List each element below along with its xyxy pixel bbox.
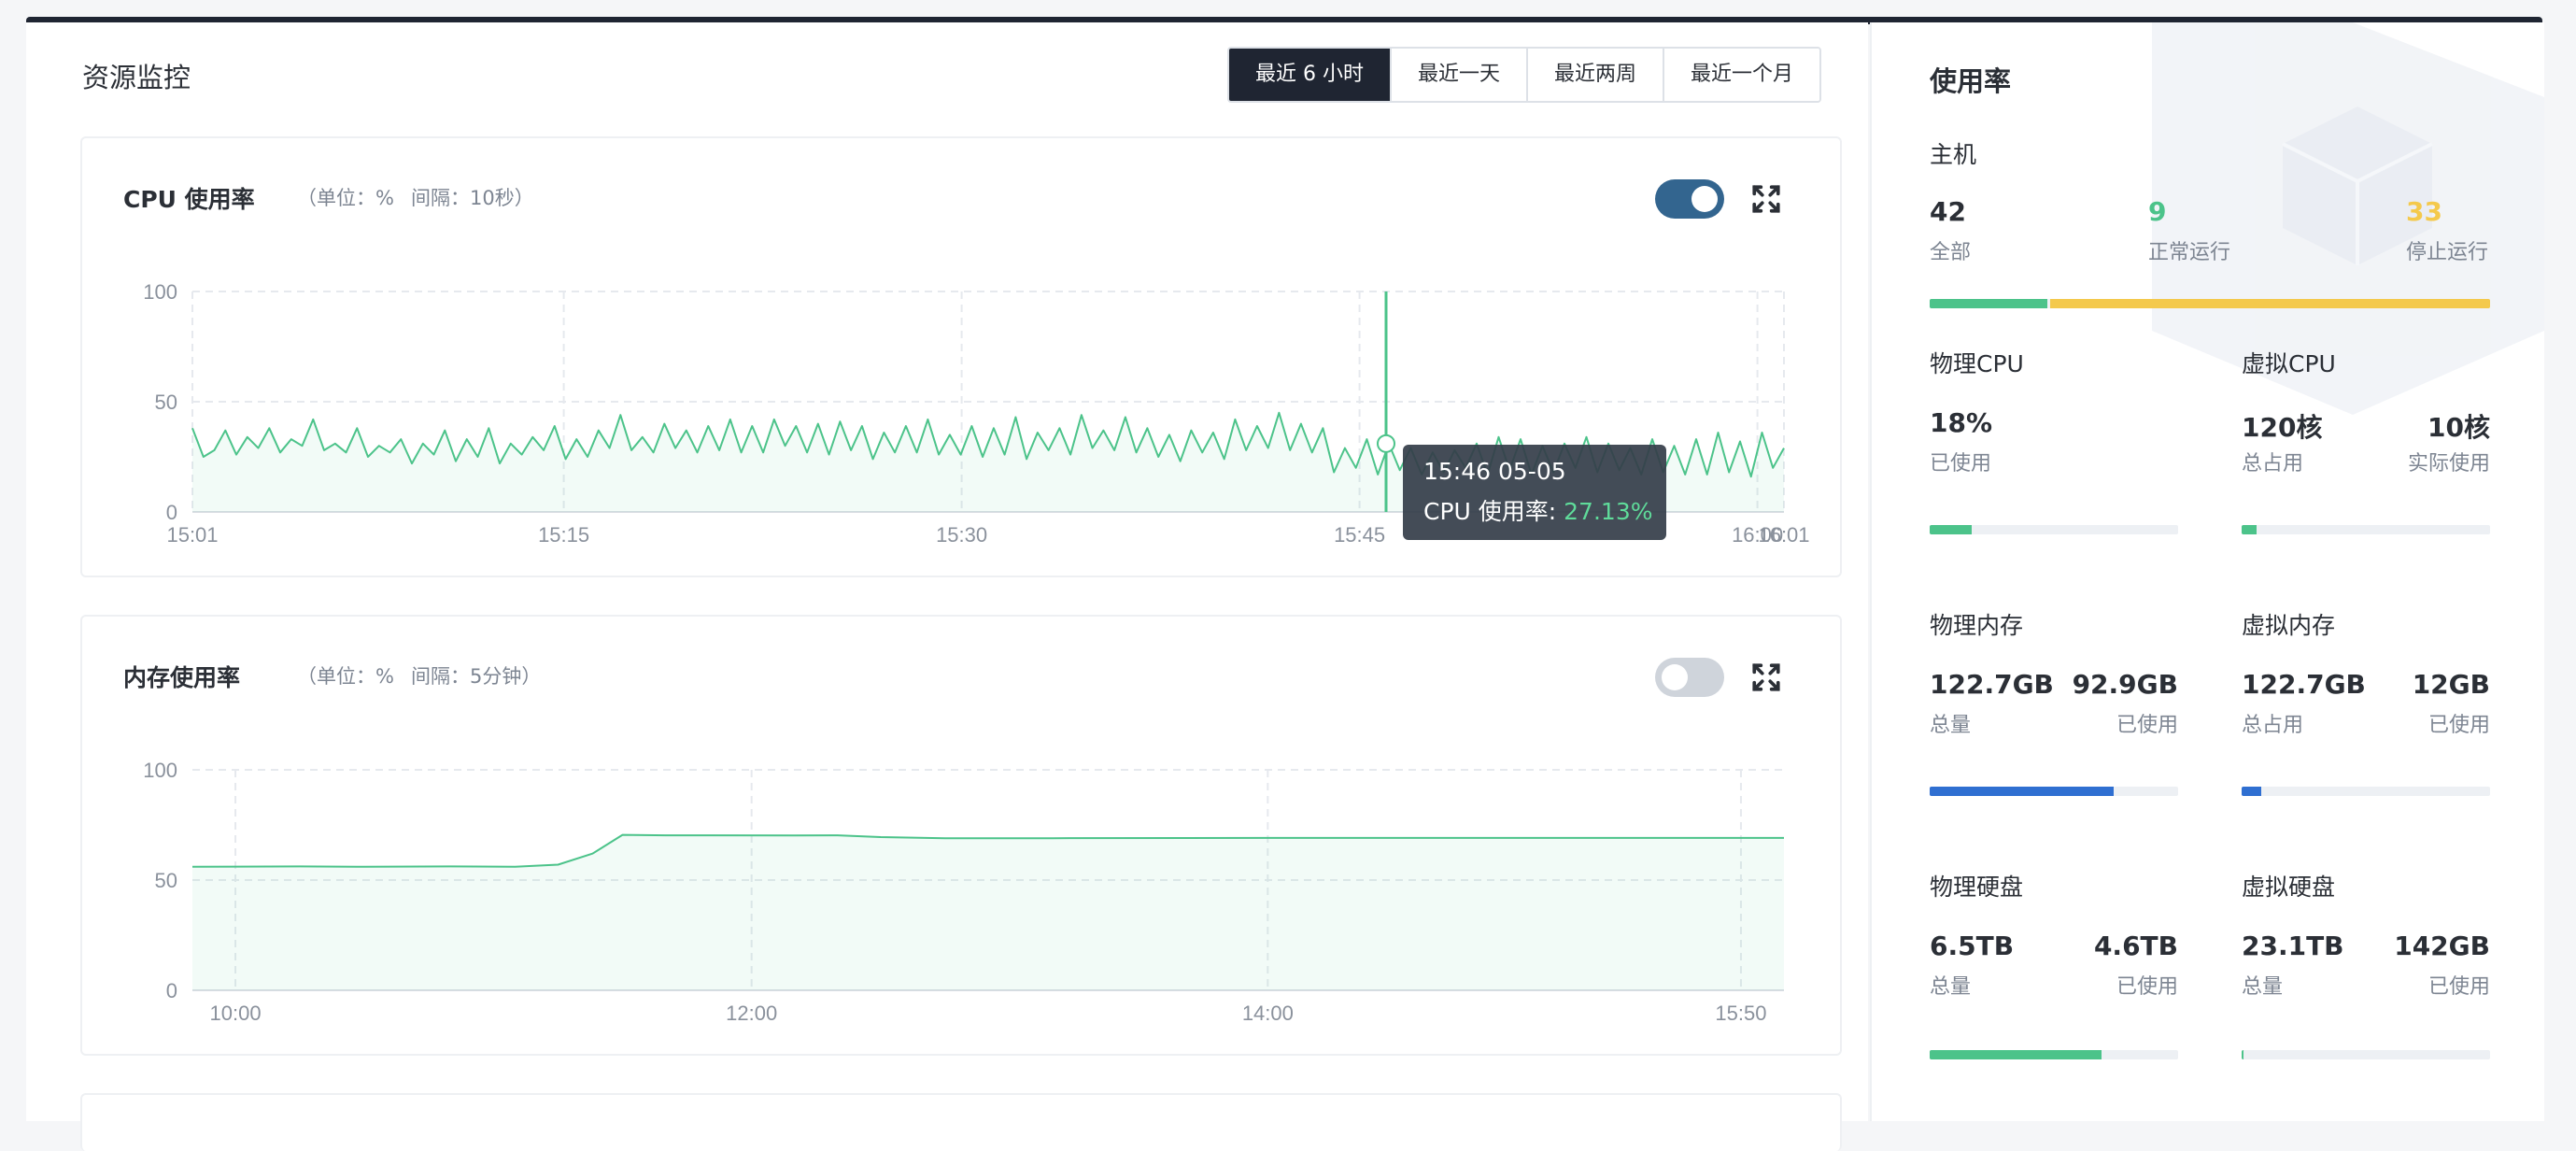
physical-cpu-fill xyxy=(1930,525,1973,534)
virtual-memory-used-label: 已使用 xyxy=(2427,714,2490,737)
y-tick-label: 50 xyxy=(155,869,177,892)
memory-chart-card: 内存使用率 （单位：% 间隔：5分钟） 100 50 0 10:00 12:00 14:00… xyxy=(80,615,1842,1056)
virtual-memory-fill xyxy=(2242,787,2262,796)
virtual-memory-heading: 虚拟内存 xyxy=(2242,612,2336,639)
physical-cpu-label: 已使用 xyxy=(1930,452,1992,476)
physical-cpu-value: 18% xyxy=(1930,407,1993,438)
physical-disk-used-label: 已使用 xyxy=(2116,975,2178,999)
virtual-cpu-bar xyxy=(2242,525,2490,534)
x-tick-label: 15:01 xyxy=(166,523,218,547)
virtual-cpu-total-label: 总占用 xyxy=(2242,452,2304,476)
virtual-cpu-actual-value: 10核 xyxy=(2427,412,2490,443)
physical-memory-total-value: 122.7GB xyxy=(1930,669,2054,700)
hosts-running-fill xyxy=(1930,299,2047,308)
hosts-stopped-label: 停止运行 xyxy=(2406,241,2489,264)
hosts-running-label: 正常运行 xyxy=(2148,241,2231,264)
physical-memory-fill xyxy=(1930,787,2114,796)
virtual-memory-used-value: 12GB xyxy=(2412,669,2490,700)
x-tick-label: 16:01 xyxy=(1758,523,1809,547)
physical-memory-heading: 物理内存 xyxy=(1930,612,2024,639)
physical-disk-total-value: 6.5TB xyxy=(1930,931,2015,961)
x-tick-label: 15:50 xyxy=(1715,1002,1766,1025)
virtual-disk-total-label: 总量 xyxy=(2242,975,2284,999)
virtual-disk-used-label: 已使用 xyxy=(2427,975,2490,999)
range-2-weeks-button[interactable]: 最近两周 xyxy=(1526,49,1663,101)
virtual-cpu-total-value: 120核 xyxy=(2242,412,2323,443)
x-tick-label: 15:45 xyxy=(1334,523,1385,547)
virtual-memory-total-label: 总占用 xyxy=(2242,714,2304,737)
tooltip-line: CPU 使用率: 27.13% xyxy=(1423,493,1652,527)
tooltip-time: 15:46 05-05 xyxy=(1423,458,1566,485)
physical-memory-used-label: 已使用 xyxy=(2116,714,2178,737)
resource-monitor-panel: 资源监控 最近 6 小时 最近一天 最近两周 最近一个月 CPU 使用率 （单位… xyxy=(26,22,1868,1151)
x-tick-label: 12:00 xyxy=(726,1002,777,1025)
virtual-disk-used-value: 142GB xyxy=(2394,931,2490,961)
physical-disk-total-label: 总量 xyxy=(1930,975,1972,999)
tooltip-label: CPU 使用率: xyxy=(1423,498,1564,525)
x-tick-label: 10:00 xyxy=(210,1002,262,1025)
hosts-heading: 主机 xyxy=(1930,141,1977,168)
physical-cpu-bar xyxy=(1930,525,2178,534)
usage-title: 使用率 xyxy=(1930,65,2012,97)
virtual-memory-bar xyxy=(2242,787,2490,796)
hosts-stopped-value: 33 xyxy=(2406,196,2442,227)
third-chart-card xyxy=(80,1093,1842,1151)
hosts-stopped-fill xyxy=(2050,299,2490,308)
x-tick-label: 15:30 xyxy=(936,523,987,547)
memory-area-chart: 100 50 0 10:00 12:00 14:00 15:50 xyxy=(143,759,1784,1025)
physical-memory-total-label: 总量 xyxy=(1930,714,1972,737)
hosts-total-value: 42 xyxy=(1930,196,1966,227)
physical-memory-bar xyxy=(1930,787,2178,796)
y-tick-label: 100 xyxy=(143,759,177,782)
virtual-disk-bar xyxy=(2242,1050,2490,1059)
page-title: 资源监控 xyxy=(82,62,191,93)
hosts-status-bar xyxy=(1930,299,2490,308)
tooltip-value: 27.13% xyxy=(1564,498,1653,525)
physical-disk-fill xyxy=(1930,1050,2102,1059)
cpu-chart-tooltip: 15:46 05-05 CPU 使用率: 27.13% xyxy=(1403,445,1666,540)
series-area xyxy=(192,834,1784,990)
virtual-cpu-fill xyxy=(2242,525,2257,534)
physical-disk-used-value: 4.6TB xyxy=(2093,931,2178,961)
hosts-total-label: 全部 xyxy=(1930,241,1972,264)
virtual-disk-heading: 虚拟硬盘 xyxy=(2242,874,2336,901)
x-tick-label: 15:15 xyxy=(538,523,589,547)
y-tick-label: 50 xyxy=(155,391,177,414)
y-tick-label: 100 xyxy=(143,280,177,304)
y-tick-label: 0 xyxy=(166,979,177,1002)
x-tick-label: 14:00 xyxy=(1242,1002,1294,1025)
range-6-hours-button[interactable]: 最近 6 小时 xyxy=(1229,49,1390,101)
virtual-disk-total-value: 23.1TB xyxy=(2242,931,2344,961)
virtual-cpu-heading: 虚拟CPU xyxy=(2242,350,2336,377)
hosts-running-value: 9 xyxy=(2148,196,2167,227)
virtual-memory-total-value: 122.7GB xyxy=(2242,669,2366,700)
range-1-month-button[interactable]: 最近一个月 xyxy=(1663,49,1820,101)
y-tick-label: 0 xyxy=(166,501,177,524)
physical-disk-bar xyxy=(1930,1050,2178,1059)
usage-panel: 使用率 主机 42 全部 9 正常运行 33 停止运行 物理CPU 18% 已使… xyxy=(1870,22,2544,1121)
time-range-selector: 最近 6 小时 最近一天 最近两周 最近一个月 xyxy=(1227,47,1822,103)
virtual-cpu-actual-label: 实际使用 xyxy=(2407,452,2490,476)
virtual-disk-fill xyxy=(2242,1050,2243,1059)
range-1-day-button[interactable]: 最近一天 xyxy=(1389,49,1526,101)
physical-disk-heading: 物理硬盘 xyxy=(1930,874,2024,901)
physical-memory-used-value: 92.9GB xyxy=(2072,669,2178,700)
crosshair-point xyxy=(1377,433,1395,453)
physical-cpu-heading: 物理CPU xyxy=(1930,350,2024,377)
